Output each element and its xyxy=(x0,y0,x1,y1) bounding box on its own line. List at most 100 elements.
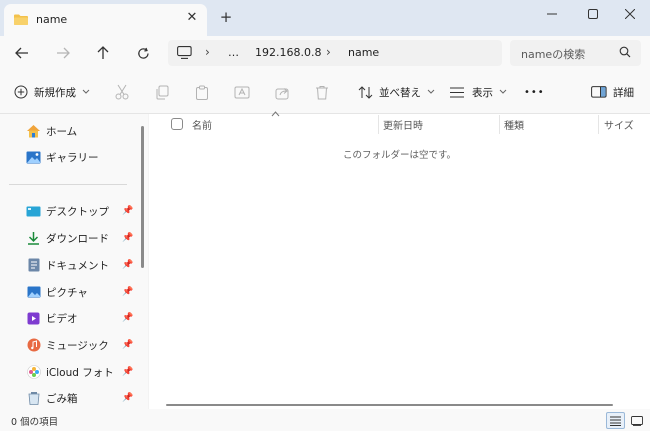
pin-icon[interactable]: 📌 xyxy=(122,233,133,243)
search-placeholder: nameの検索 xyxy=(521,48,586,61)
pin-icon[interactable]: 📌 xyxy=(122,260,133,270)
details-button[interactable]: 詳細 xyxy=(591,82,634,102)
rename-icon xyxy=(234,86,250,98)
breadcrumb-folder[interactable]: name xyxy=(348,46,379,59)
pin-icon[interactable]: 📌 xyxy=(122,393,133,403)
view-button[interactable]: 表示 xyxy=(450,82,507,102)
sidebar-item-icloud-photos[interactable]: iCloud フォト xyxy=(26,361,114,383)
column-divider[interactable] xyxy=(378,115,379,134)
cut-button[interactable] xyxy=(113,83,131,101)
sidebar-item-gallery[interactable]: ギャラリー xyxy=(26,146,99,168)
computer-icon xyxy=(177,46,192,59)
column-divider[interactable] xyxy=(499,115,500,134)
large-icons-view-button[interactable] xyxy=(627,412,646,429)
column-header-name[interactable]: 名前 xyxy=(192,114,212,134)
paste-button[interactable] xyxy=(193,83,211,101)
select-all-checkbox[interactable] xyxy=(171,114,183,134)
download-icon xyxy=(26,231,41,246)
sort-label: 並べ替え xyxy=(379,86,421,99)
details-view-button[interactable] xyxy=(606,412,625,429)
copy-button[interactable] xyxy=(153,83,171,101)
sidebar-item-downloads[interactable]: ダウンロード xyxy=(26,227,109,249)
tab-name[interactable]: name ✕ xyxy=(4,4,207,36)
sidebar-item-pictures[interactable]: ピクチャ xyxy=(26,281,88,303)
refresh-button[interactable] xyxy=(132,42,154,64)
empty-folder-message: このフォルダーは空です。 xyxy=(342,150,457,161)
checkbox-icon xyxy=(171,118,183,130)
pin-icon[interactable]: 📌 xyxy=(122,367,133,377)
address-bar[interactable]: › … 192.168.0.8 › name xyxy=(168,40,502,66)
pin-icon[interactable]: 📌 xyxy=(122,206,133,216)
rename-button[interactable] xyxy=(233,83,251,101)
folder-icon xyxy=(14,14,28,25)
more-options-button[interactable]: ••• xyxy=(524,82,545,102)
breadcrumb-separator: › xyxy=(205,45,210,59)
tab-close-button[interactable]: ✕ xyxy=(184,10,200,25)
column-header-type[interactable]: 種類 xyxy=(504,114,524,134)
sidebar-scrollbar[interactable] xyxy=(141,126,144,268)
sidebar-item-label: ミュージック xyxy=(46,339,109,352)
sidebar-divider xyxy=(9,184,127,185)
search-box[interactable]: nameの検索 xyxy=(510,40,641,66)
navigation-pane: ホーム ギャラリー デスクトップ 📌 ダウンロード 📌 ドキュメント 📌 ピクチ… xyxy=(0,114,148,409)
sidebar-item-videos[interactable]: ビデオ xyxy=(26,307,78,329)
tiles-view-icon xyxy=(630,415,643,426)
sidebar-item-music[interactable]: ミュージック xyxy=(26,334,109,356)
sidebar-item-recycle-bin[interactable]: ごみ箱 xyxy=(26,387,78,409)
minimize-button[interactable] xyxy=(537,3,567,25)
sidebar-item-label: ダウンロード xyxy=(46,232,109,245)
new-tab-button[interactable]: + xyxy=(218,8,234,26)
details-view-icon xyxy=(610,416,621,426)
copy-icon xyxy=(156,85,169,99)
sidebar-item-desktop[interactable]: デスクトップ xyxy=(26,200,109,222)
scissors-icon xyxy=(115,84,129,100)
music-icon xyxy=(26,338,41,353)
status-bar: 0 個の項目 xyxy=(0,409,650,431)
window-close-button[interactable] xyxy=(615,3,645,25)
sort-button[interactable]: 並べ替え xyxy=(358,82,435,102)
chevron-down-icon xyxy=(427,89,435,94)
video-icon xyxy=(26,311,41,326)
new-button[interactable]: 新規作成 xyxy=(14,82,90,102)
column-header-size[interactable]: サイズ xyxy=(604,114,634,134)
breadcrumb-overflow[interactable]: … xyxy=(228,46,239,59)
maximize-icon xyxy=(588,9,598,19)
new-label: 新規作成 xyxy=(34,86,76,99)
forward-arrow-icon xyxy=(57,47,70,59)
pin-icon[interactable]: 📌 xyxy=(122,340,133,350)
sidebar-item-label: ビデオ xyxy=(46,312,78,325)
share-icon xyxy=(275,87,288,99)
list-view-icon xyxy=(450,87,464,97)
forward-button[interactable] xyxy=(52,42,74,64)
pin-icon[interactable]: 📌 xyxy=(122,287,133,297)
column-header-modified[interactable]: 更新日時 xyxy=(383,114,423,134)
breadcrumb-host[interactable]: 192.168.0.8 xyxy=(255,46,321,59)
picture-icon xyxy=(26,285,41,300)
icloud-photos-icon xyxy=(26,365,41,380)
details-pane-icon xyxy=(591,86,607,98)
pin-icon[interactable]: 📌 xyxy=(122,313,133,323)
gallery-icon xyxy=(26,150,41,165)
maximize-button[interactable] xyxy=(578,3,608,25)
tab-title: name xyxy=(36,13,68,26)
share-button[interactable] xyxy=(273,83,291,101)
file-list: 名前 更新日時 種類 サイズ このフォルダーは空です。 xyxy=(149,111,650,409)
sidebar-item-documents[interactable]: ドキュメント xyxy=(26,254,109,276)
refresh-icon xyxy=(137,47,149,59)
minimize-icon xyxy=(547,13,557,15)
item-count: 0 個の項目 xyxy=(11,417,59,428)
sidebar-item-home[interactable]: ホーム xyxy=(26,120,77,142)
search-icon xyxy=(619,46,631,58)
desktop-icon xyxy=(26,204,41,219)
horizontal-scrollbar[interactable] xyxy=(166,404,613,406)
sidebar-item-label: iCloud フォト xyxy=(46,366,114,379)
breadcrumb-separator: › xyxy=(326,45,331,59)
view-label: 表示 xyxy=(472,86,493,99)
title-bar: name ✕ + xyxy=(0,0,650,36)
sidebar-item-label: ホーム xyxy=(46,125,78,138)
back-button[interactable] xyxy=(11,42,33,64)
delete-button[interactable] xyxy=(313,83,331,101)
sidebar-item-label: ギャラリー xyxy=(46,151,99,164)
up-button[interactable] xyxy=(92,42,114,64)
column-divider[interactable] xyxy=(598,115,599,134)
